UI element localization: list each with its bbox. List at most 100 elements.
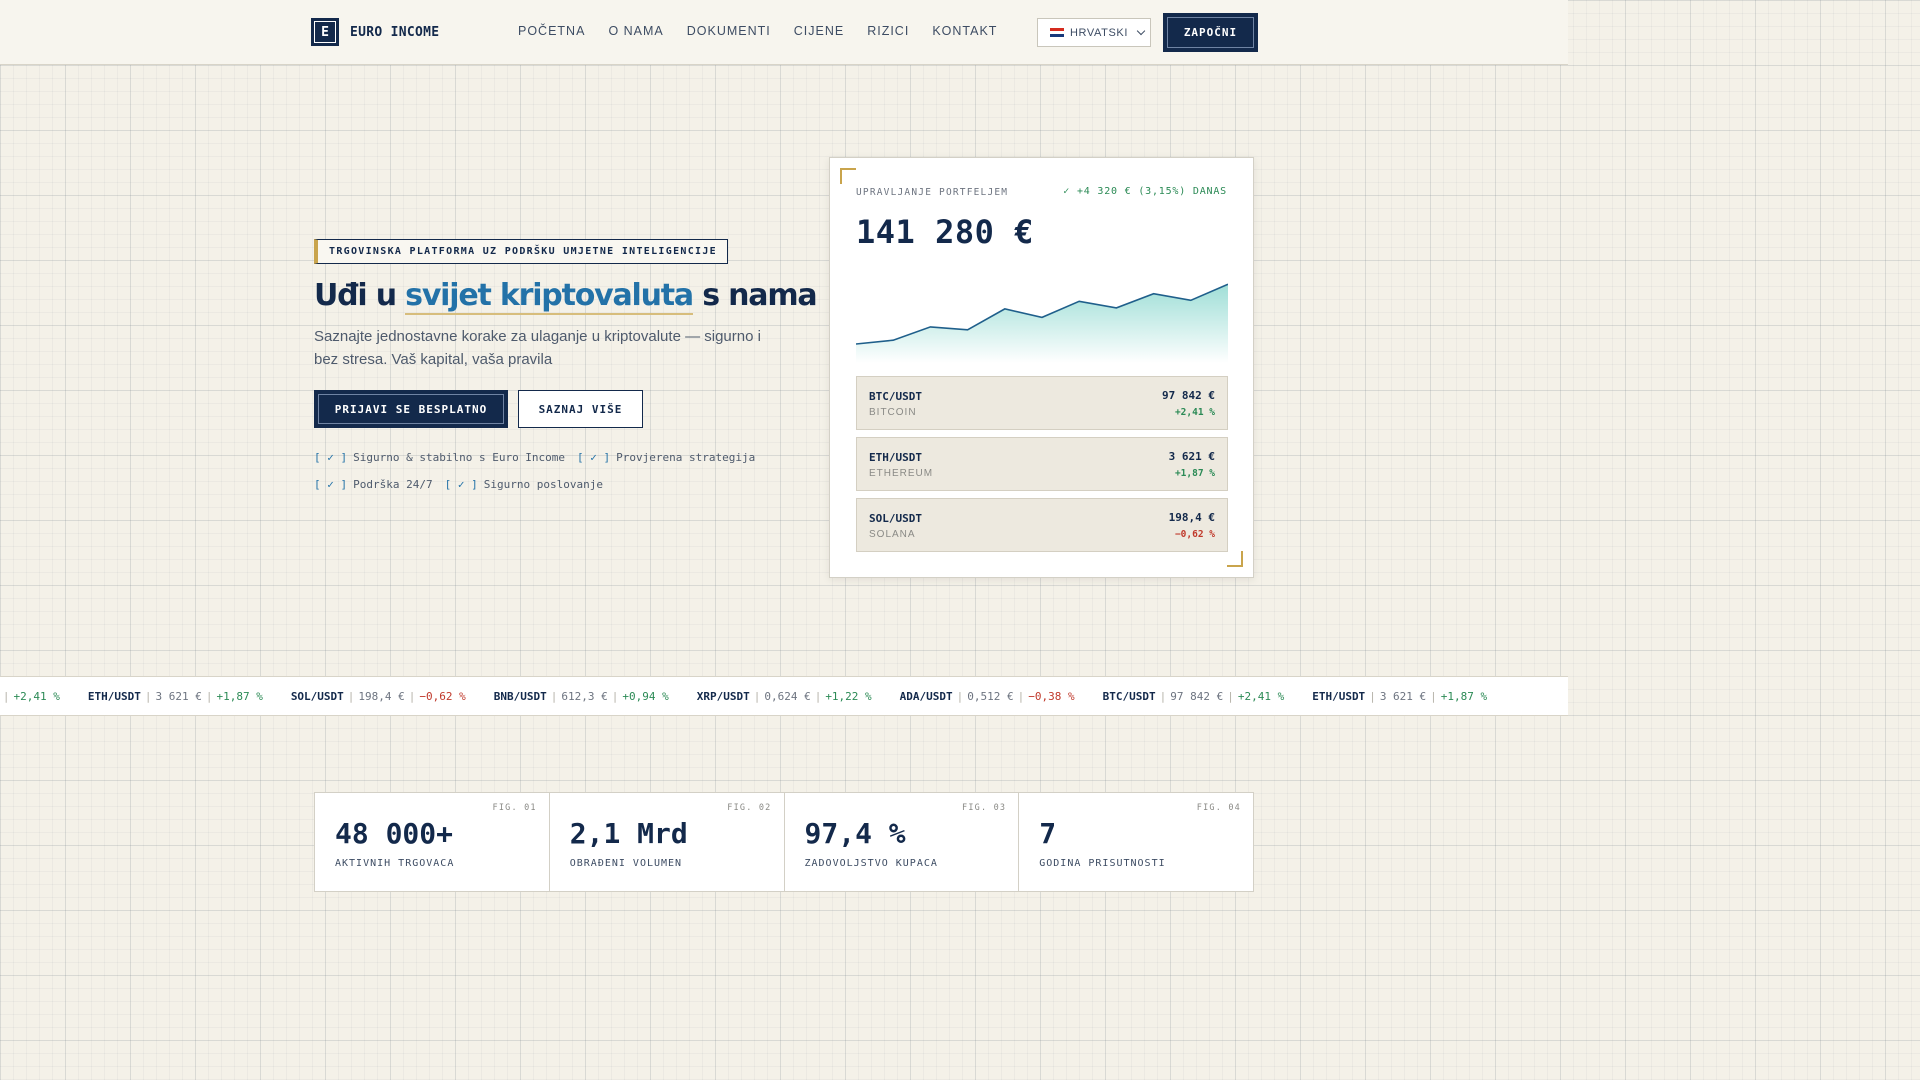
ticker-separator: | xyxy=(814,690,822,703)
check-icon: [ ✓ ] xyxy=(577,451,611,464)
asset-name: BITCOIN xyxy=(869,407,917,418)
asset-change: −0,62 % xyxy=(1174,529,1215,540)
nav-cijene[interactable]: CIJENE xyxy=(794,24,844,38)
top-header: E EURO INCOME POČETNA O NAMA DOKUMENTI C… xyxy=(0,0,1568,65)
ticker-separator: | xyxy=(408,690,416,703)
nav-rizici[interactable]: RIZICI xyxy=(867,24,909,38)
stat-card: FIG. 04 7 GODINA PRISUTNOSTI xyxy=(1019,793,1253,891)
ticker-separator: | xyxy=(2,690,10,703)
ticker-separator: | xyxy=(205,690,213,703)
ticker-change: −0,62 % xyxy=(419,690,466,703)
ticker-price: 0,512 € xyxy=(967,690,1014,703)
asset-price: 97 842 € xyxy=(1162,389,1215,402)
nav-pocetna[interactable]: POČETNA xyxy=(518,24,585,38)
ticker-separator: | xyxy=(1369,690,1376,703)
logo-mark: E xyxy=(311,18,339,46)
asset-pair: SOL/USDT xyxy=(869,512,922,525)
check-icon: [ ✓ ] xyxy=(314,478,348,491)
asset-name: SOLANA xyxy=(869,529,916,540)
asset-change: +2,41 % xyxy=(1174,407,1215,418)
ticker-item: ADA/USDT | 0,512 € | −0,38 % xyxy=(900,690,1075,703)
check-item: [ ✓ ] Sigurno poslovanje xyxy=(445,478,603,491)
stat-value: 7 xyxy=(1039,817,1057,850)
check-label: Sigurno & stabilno s Euro Income xyxy=(353,451,566,464)
stat-label: ZADOVOLJSTVO KUPACA xyxy=(804,858,938,869)
hero-badge: TRGOVINSKA PLATFORMA UZ PODRŠKU UMJETNE … xyxy=(314,239,728,264)
check-item: [ ✓ ] Sigurno & stabilno s Euro Income xyxy=(314,451,565,464)
stat-card: FIG. 01 48 000+ AKTIVNIH TRGOVACA xyxy=(315,793,550,891)
asset-price: 3 621 € xyxy=(1168,450,1215,463)
stat-card: FIG. 02 2,1 Mrd OBRAĐENI VOLUMEN xyxy=(550,793,785,891)
logo[interactable]: E EURO INCOME xyxy=(311,18,439,46)
stat-card: FIG. 03 97,4 % ZADOVOLJSTVO KUPACA xyxy=(785,793,1020,891)
check-label: Sigurno poslovanje xyxy=(483,478,603,491)
ticker-price: 612,3 € xyxy=(561,690,608,703)
portfolio-label: UPRAVLJANJE PORTFELJEM xyxy=(856,187,1009,198)
language-label: HRVATSKI xyxy=(1070,26,1128,39)
ticker-price: 3 621 € xyxy=(1379,690,1427,703)
learn-more-button[interactable]: SAZNAJ VIŠE xyxy=(518,390,643,428)
chart-area xyxy=(856,284,1228,363)
hero-title-highlight: svijet kriptovaluta xyxy=(405,278,694,315)
asset-row[interactable]: ETH/USDT ETHEREUM 3 621 € +1,87 % xyxy=(856,437,1228,491)
ticker-separator: | xyxy=(1159,690,1167,703)
stat-label: OBRAĐENI VOLUMEN xyxy=(569,858,683,869)
hero-title-pre: Uđi u xyxy=(314,278,406,313)
check-item: [ ✓ ] Podrška 24/7 xyxy=(314,478,433,491)
hero-subtitle: Saznajte jednostavne korake za ulaganje … xyxy=(314,328,761,368)
ticker-pair: ETH/USDT xyxy=(1312,690,1366,703)
croatia-flag-icon xyxy=(1050,27,1064,38)
register-free-button[interactable]: PRIJAVI SE BESPLATNO xyxy=(314,390,508,428)
price-ticker: 2 €|+2,41 % ETH/USDT|3 621 €|+1,87 % SOL/U… xyxy=(0,676,1568,716)
stats-strip: FIG. 01 48 000+ AKTIVNIH TRGOVACA FIG. 02 2,… xyxy=(314,792,1254,892)
ticker-change: +0,94 % xyxy=(622,690,669,703)
nav-o-nama[interactable]: O NAMA xyxy=(608,24,663,38)
nav-kontakt[interactable]: KONTAKT xyxy=(932,24,997,38)
ticker-pair: XRP/USDT xyxy=(696,690,750,703)
check-icon: [ ✓ ] xyxy=(314,451,348,464)
ticker-item: XRP/USDT | 0,624 € | +1,22 % xyxy=(697,690,872,703)
feature-checks: [ ✓ ] Sigurno & stabilno s Euro Income [ … xyxy=(314,451,794,505)
check-item: [ ✓ ] Provjerena strategija xyxy=(577,451,755,464)
ticker-separator: | xyxy=(753,690,761,703)
ticker-item: SOL/USDT | 198,4 € | −0,62 % xyxy=(291,690,466,703)
corner-accent xyxy=(840,168,856,184)
ticker-change: +2,41 % xyxy=(1237,690,1285,703)
ticker-item: 2 €|+2,41 % xyxy=(0,690,60,703)
check-label: Provjerena strategija xyxy=(616,451,756,464)
stat-fig: FIG. 04 xyxy=(1196,803,1241,813)
stat-value: 48 000+ xyxy=(335,817,454,850)
check-icon: [ ✓ ] xyxy=(444,478,478,491)
asset-list: BTC/USDT BITCOIN 97 842 € +2,41 % ETH/USDT ET… xyxy=(856,376,1228,559)
ticker-price: 97 842 € xyxy=(1170,690,1224,703)
portfolio-chart xyxy=(856,283,1228,363)
ticker-item: BNB/USDT | 612,3 € | +0,94 % xyxy=(494,690,669,703)
ticker-separator: | xyxy=(1017,690,1025,703)
asset-change: +1,87 % xyxy=(1174,468,1215,479)
start-button[interactable]: ZAPOČNI xyxy=(1163,13,1258,52)
ticker-pair: ETH/USDT xyxy=(87,690,141,703)
ticker-track: 2 €|+2,41 % ETH/USDT|3 621 €|+1,87 % SOL/U… xyxy=(0,690,1487,703)
ticker-price: 0,624 € xyxy=(764,690,811,703)
ticker-separator: | xyxy=(144,690,152,703)
main-nav: POČETNA O NAMA DOKUMENTI CIJENE RIZICI K… xyxy=(518,24,997,38)
nav-dokumenti[interactable]: DOKUMENTI xyxy=(687,24,771,38)
ticker-separator: | xyxy=(347,690,355,703)
asset-pair: ETH/USDT xyxy=(869,451,922,464)
ticker-separator: | xyxy=(1227,690,1234,703)
ticker-change: +1,22 % xyxy=(825,690,872,703)
hero-title-post: s nama xyxy=(692,278,817,313)
ticker-separator: | xyxy=(550,690,558,703)
asset-name: ETHEREUM xyxy=(869,468,934,479)
portfolio-daily-change: ✓ +4 320 € (3,15%) DANAS xyxy=(1063,186,1227,197)
language-select[interactable]: HRVATSKI xyxy=(1037,18,1151,47)
portfolio-total: 141 280 € xyxy=(856,213,1034,251)
ticker-item: ETH/USDT | 3 621 € | +1,87 % xyxy=(1312,690,1487,703)
asset-row[interactable]: BTC/USDT BITCOIN 97 842 € +2,41 % xyxy=(856,376,1228,430)
stat-fig: FIG. 03 xyxy=(962,803,1007,813)
ticker-separator: | xyxy=(611,690,619,703)
ticker-pair: SOL/USDT xyxy=(290,690,344,703)
hero-title: Uđi u svijet kriptovaluta s nama xyxy=(314,278,818,315)
stat-label: GODINA PRISUTNOSTI xyxy=(1039,858,1166,869)
asset-row[interactable]: SOL/USDT SOLANA 198,4 € −0,62 % xyxy=(856,498,1228,552)
